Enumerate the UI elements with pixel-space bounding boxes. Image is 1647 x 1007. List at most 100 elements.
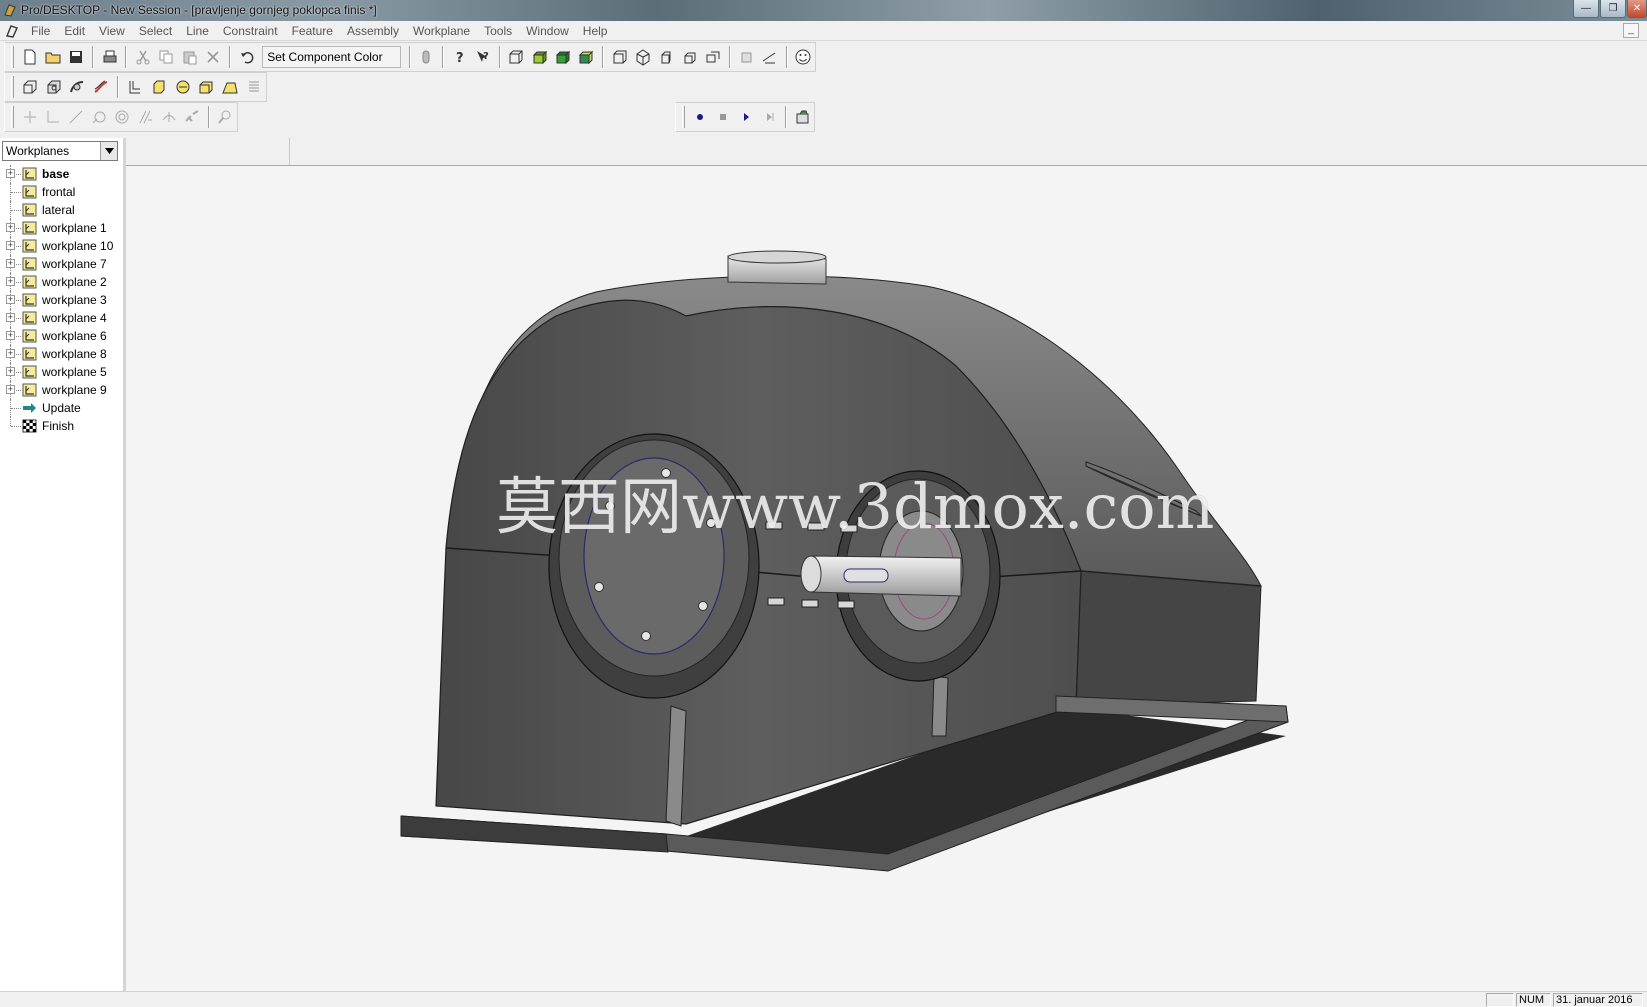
cut-icon[interactable] xyxy=(131,45,154,69)
expand-plus-icon[interactable]: + xyxy=(6,241,15,250)
save-icon[interactable] xyxy=(65,45,88,69)
shaded-green-icon[interactable] xyxy=(551,45,574,69)
record-icon[interactable] xyxy=(689,105,712,129)
help-icon[interactable]: ? xyxy=(448,45,471,69)
toolbar-grip[interactable] xyxy=(11,76,14,98)
menu-tools[interactable]: Tools xyxy=(477,24,519,38)
expand-plus-icon[interactable]: + xyxy=(6,259,15,268)
workplanes-selector[interactable]: Workplanes xyxy=(2,141,118,161)
stop-icon[interactable] xyxy=(712,105,735,129)
tree-item-finish[interactable]: Finish xyxy=(0,417,122,435)
context-help-icon[interactable]: ? xyxy=(471,45,494,69)
shaded-yellow-icon[interactable] xyxy=(528,45,551,69)
expand-plus-icon[interactable]: + xyxy=(6,349,15,358)
expand-plus-icon[interactable]: + xyxy=(6,331,15,340)
tree-item-workplane-9[interactable]: + workplane 9 xyxy=(0,381,122,399)
shaded-solid-icon[interactable] xyxy=(575,45,598,69)
blend-icon[interactable] xyxy=(123,75,147,99)
zoom-icon[interactable] xyxy=(214,105,237,129)
gearbox-model[interactable] xyxy=(126,166,1647,991)
expand-plus-icon[interactable]: + xyxy=(6,169,15,178)
document-icon[interactable] xyxy=(5,24,19,38)
menu-line[interactable]: Line xyxy=(179,24,216,38)
revolve-icon[interactable] xyxy=(42,75,66,99)
extrude-icon[interactable] xyxy=(18,75,42,99)
chevron-down-icon[interactable] xyxy=(100,142,117,160)
new-file-icon[interactable] xyxy=(18,45,41,69)
measure-icon[interactable] xyxy=(758,45,781,69)
menu-assembly[interactable]: Assembly xyxy=(340,24,406,38)
sketch-point-icon[interactable] xyxy=(18,105,41,129)
sketch-line-icon[interactable] xyxy=(41,105,64,129)
chamfer-icon[interactable] xyxy=(147,75,171,99)
expand-plus-icon[interactable]: + xyxy=(6,367,15,376)
menu-help[interactable]: Help xyxy=(576,24,615,38)
section-icon[interactable] xyxy=(735,45,758,69)
menu-select[interactable]: Select xyxy=(132,24,179,38)
menu-edit[interactable]: Edit xyxy=(57,24,92,38)
tree-item-lateral[interactable]: lateral xyxy=(0,201,122,219)
component-color-combo[interactable]: Set Component Color xyxy=(262,46,401,68)
wireframe-view-icon[interactable] xyxy=(505,45,528,69)
view-iso-icon[interactable] xyxy=(631,45,654,69)
tree-item-workplane-3[interactable]: + workplane 3 xyxy=(0,291,122,309)
menu-constraint[interactable]: Constraint xyxy=(216,24,285,38)
menu-file[interactable]: File xyxy=(24,24,57,38)
expand-plus-icon[interactable]: + xyxy=(6,223,15,232)
tree-item-workplane-6[interactable]: + workplane 6 xyxy=(0,327,122,345)
sketch-constraint-icon[interactable] xyxy=(134,105,157,129)
sketch-circle-icon[interactable] xyxy=(111,105,134,129)
tree-item-workplane-5[interactable]: + workplane 5 xyxy=(0,363,122,381)
sketch-trim-icon[interactable] xyxy=(157,105,180,129)
step-forward-icon[interactable] xyxy=(758,105,781,129)
sketch-diagonal-icon[interactable] xyxy=(64,105,87,129)
menu-window[interactable]: Window xyxy=(519,24,576,38)
expand-plus-icon[interactable]: + xyxy=(6,295,15,304)
tree-item-frontal[interactable]: frontal xyxy=(0,183,122,201)
tree-item-base[interactable]: + base xyxy=(0,165,122,183)
toolbar-grip[interactable] xyxy=(11,46,14,68)
tree-item-update[interactable]: Update xyxy=(0,399,122,417)
view-back-icon[interactable] xyxy=(702,45,725,69)
draft-icon[interactable] xyxy=(195,75,219,99)
menu-view[interactable]: View xyxy=(92,24,132,38)
loft-icon[interactable] xyxy=(89,75,113,99)
menu-workplane[interactable]: Workplane xyxy=(406,24,477,38)
view-top-icon[interactable] xyxy=(655,45,678,69)
smiley-icon[interactable] xyxy=(792,45,815,69)
pattern-icon[interactable] xyxy=(218,75,242,99)
paste-icon[interactable] xyxy=(178,45,201,69)
shell-icon[interactable] xyxy=(171,75,195,99)
play-icon[interactable] xyxy=(735,105,758,129)
open-folder-icon[interactable] xyxy=(41,45,64,69)
tree-item-workplane-2[interactable]: + workplane 2 xyxy=(0,273,122,291)
mdi-minimize-button[interactable]: _ xyxy=(1623,23,1639,38)
undo-icon[interactable] xyxy=(235,45,258,69)
tree-item-workplane-8[interactable]: + workplane 8 xyxy=(0,345,122,363)
delete-icon[interactable] xyxy=(201,45,224,69)
menu-feature[interactable]: Feature xyxy=(285,24,340,38)
print-icon[interactable] xyxy=(98,45,121,69)
tree-item-workplane-1[interactable]: + workplane 1 xyxy=(0,219,122,237)
tree-item-workplane-10[interactable]: + workplane 10 xyxy=(0,237,122,255)
camera-icon[interactable] xyxy=(791,105,814,129)
3d-viewport[interactable]: 莫西网www.3dmox.com xyxy=(126,166,1647,991)
tree-item-workplane-4[interactable]: + workplane 4 xyxy=(0,309,122,327)
view-front-icon[interactable] xyxy=(608,45,631,69)
expand-plus-icon[interactable]: + xyxy=(6,313,15,322)
expand-plus-icon[interactable]: + xyxy=(6,277,15,286)
expand-plus-icon[interactable]: + xyxy=(6,385,15,394)
toolbar-grip[interactable] xyxy=(11,106,14,128)
maximize-button[interactable]: ❐ xyxy=(1600,0,1626,18)
toolbar-grip[interactable] xyxy=(682,106,685,128)
thread-icon[interactable] xyxy=(242,75,266,99)
sketch-arc-icon[interactable] xyxy=(88,105,111,129)
tree-item-workplane-7[interactable]: + workplane 7 xyxy=(0,255,122,273)
sketch-link-icon[interactable] xyxy=(181,105,204,129)
copy-icon[interactable] xyxy=(155,45,178,69)
sweep-icon[interactable] xyxy=(66,75,90,99)
minimize-button[interactable]: — xyxy=(1573,0,1599,18)
view-side-icon[interactable] xyxy=(678,45,701,69)
close-button[interactable]: ✕ xyxy=(1627,0,1647,18)
pointer-hand-icon[interactable] xyxy=(415,45,438,69)
